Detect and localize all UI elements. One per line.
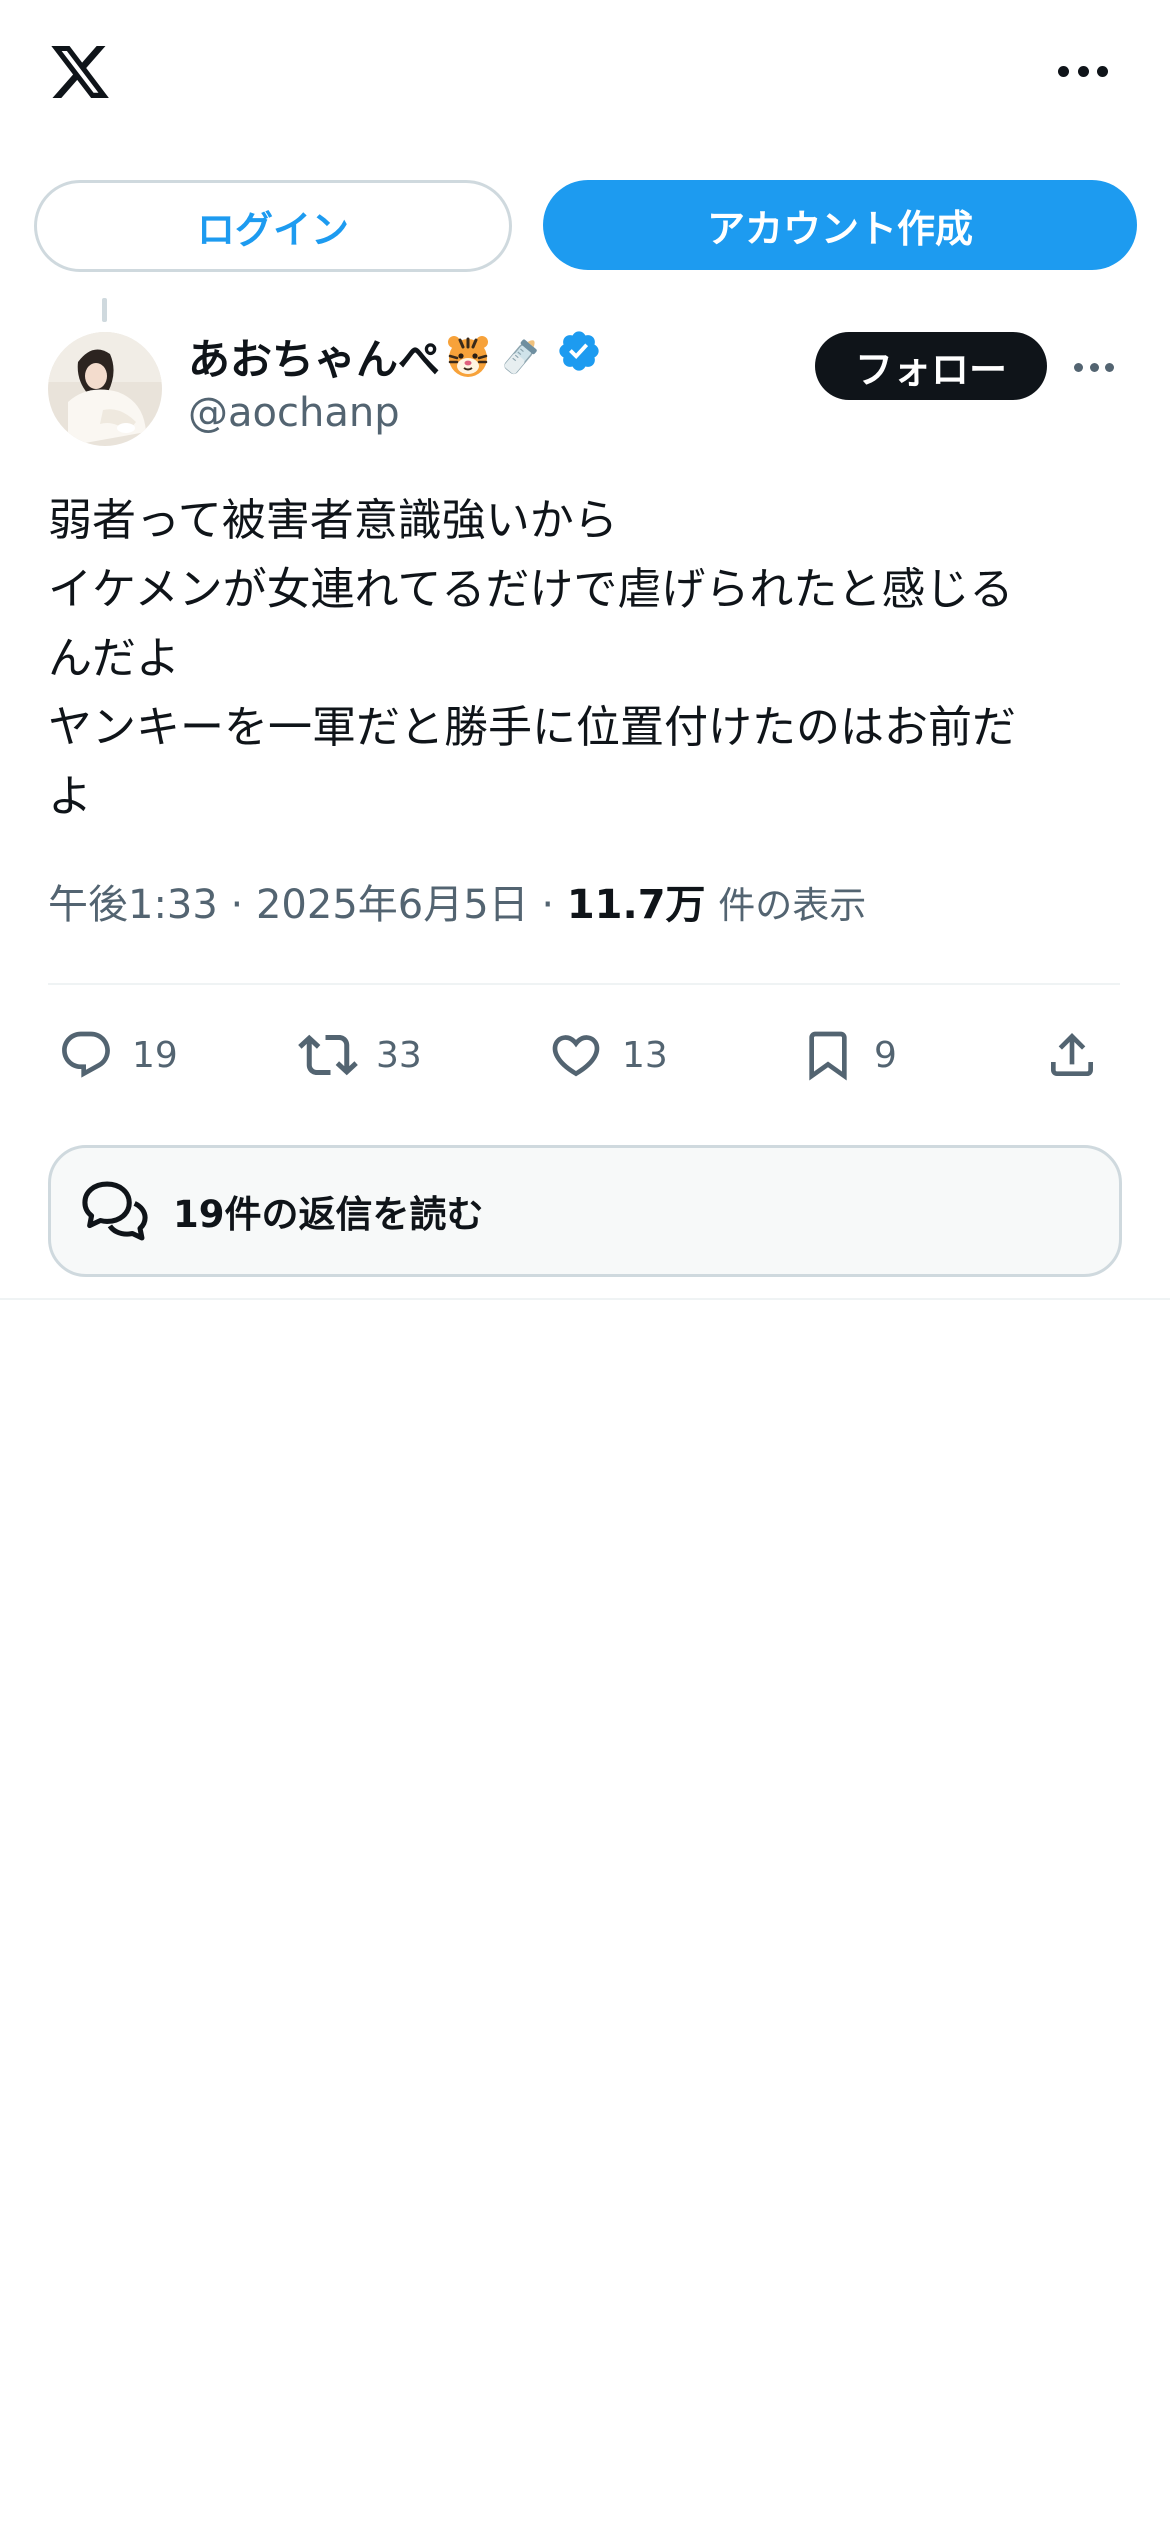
avatar[interactable]: [48, 332, 162, 446]
divider: [0, 1298, 1170, 1300]
x-logo-icon[interactable]: [46, 40, 114, 104]
tweet-text-line: 弱者って被害者意識強いから: [48, 495, 618, 546]
tweet-text-line: イケメンが女連れてるだけで虐げられたと感じる: [48, 564, 1014, 615]
follow-button[interactable]: フォロー: [815, 332, 1047, 400]
like-count: 13: [622, 1034, 668, 1076]
reply-count: 19: [132, 1034, 178, 1076]
meta-separator: ·: [541, 882, 555, 928]
display-name-row[interactable]: あおちゃんぺ: [188, 326, 602, 386]
conversation-icon: [82, 1181, 148, 1241]
auth-buttons: ログイン アカウント作成: [34, 180, 1137, 272]
thread-connector: [102, 298, 107, 322]
login-button[interactable]: ログイン: [34, 180, 512, 272]
views-count: 11.7万: [566, 882, 706, 928]
divider: [48, 983, 1120, 985]
repost-count: 33: [376, 1034, 422, 1076]
tweet-text-line: ヤンキーを一軍だと勝手に位置付けたのはお前だ: [48, 702, 1016, 753]
share-icon: [1051, 1033, 1093, 1076]
baby-bottle-icon: [496, 331, 546, 381]
more-horizontal-icon[interactable]: [1058, 56, 1108, 86]
share-button[interactable]: [1044, 1015, 1100, 1095]
heart-icon: [552, 1035, 600, 1077]
views-label: 件の表示: [718, 884, 867, 927]
tweet-text-line: んだよ: [48, 633, 180, 684]
like-button[interactable]: 13: [548, 1015, 668, 1095]
tiger-face-icon: [444, 332, 492, 380]
read-replies-label: 19件の返信を読む: [173, 1193, 484, 1236]
user-handle[interactable]: @aochanp: [188, 390, 400, 436]
verified-badge-icon[interactable]: [556, 328, 602, 384]
tweet-time[interactable]: 午後1:33: [48, 882, 218, 928]
bookmark-icon: [809, 1031, 847, 1081]
read-replies-button[interactable]: 19件の返信を読む: [48, 1145, 1122, 1277]
display-name[interactable]: あおちゃんぺ: [188, 326, 440, 387]
meta-separator: ·: [230, 882, 244, 928]
create-account-button[interactable]: アカウント作成: [543, 180, 1137, 270]
bookmark-button[interactable]: 9: [800, 1015, 897, 1095]
avatar-photo: [48, 332, 162, 446]
reply-icon: [62, 1031, 110, 1078]
reply-button[interactable]: 19: [58, 1015, 178, 1095]
tweet-date[interactable]: 2025年6月5日: [256, 882, 529, 928]
tweet-meta: 午後1:33 · 2025年6月5日 · 11.7万 件の表示: [48, 872, 866, 930]
top-bar: [0, 0, 1170, 150]
tweet-text-line: よ: [48, 771, 92, 822]
bookmark-count: 9: [874, 1034, 897, 1076]
repost-icon: [298, 1034, 358, 1076]
action-bar: 19 33 13 9: [48, 1015, 1120, 1095]
tweet-text: 弱者って被害者意識強いから イケメンが女連れてるだけで虐げられたと感じる んだよ…: [48, 486, 1118, 831]
repost-button[interactable]: 33: [298, 1015, 422, 1095]
tweet-more-icon[interactable]: [1074, 362, 1114, 372]
